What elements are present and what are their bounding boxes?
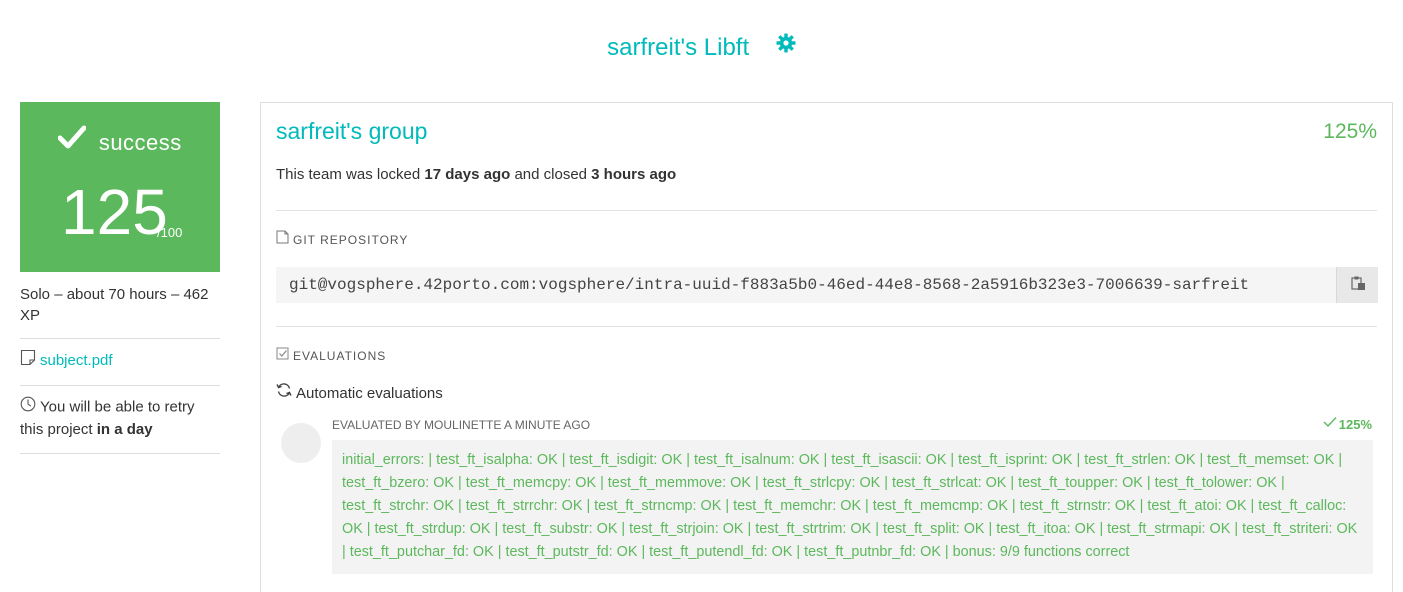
- retry-when: in a day: [96, 421, 153, 438]
- evaluation-percent-value: 125%: [1338, 417, 1372, 432]
- team-card: sarfreit's group 125% This team was lock…: [260, 102, 1393, 592]
- git-label: GIT REPOSITORY: [293, 233, 409, 247]
- avatar: [281, 423, 321, 463]
- git-repo-field[interactable]: git@vogsphere.42porto.com:vogsphere/intr…: [276, 267, 1378, 303]
- refresh-icon: [276, 382, 292, 402]
- closed-prefix: and closed: [510, 166, 592, 183]
- automatic-evaluations-label: Automatic evaluations: [296, 385, 443, 402]
- result-status: success: [20, 125, 220, 156]
- status-label: success: [98, 130, 182, 155]
- result-box: success 125 /100: [20, 102, 220, 272]
- git-section-label: GIT REPOSITORY: [276, 230, 409, 247]
- project-meta: Solo – about 70 hours – 462 XP: [20, 284, 220, 339]
- locked-prefix: This team was locked: [276, 166, 425, 183]
- subject-link-row: subject.pdf: [20, 339, 220, 386]
- document-icon: [20, 349, 36, 373]
- checkmark-icon: [57, 125, 87, 155]
- score-max: /100: [157, 225, 183, 240]
- locked-when: 17 days ago: [424, 166, 511, 183]
- checkbox-icon: [276, 347, 289, 363]
- evaluation-percent: 125%: [1323, 417, 1372, 432]
- retry-info: You will be able to retry this project i…: [20, 386, 220, 454]
- project-title: sarfreit's Libft: [607, 34, 750, 61]
- divider: [276, 210, 1377, 211]
- evaluations-section-label: EVALUATIONS: [276, 347, 387, 363]
- evaluator-info: EVALUATED BY MOULINETTE A MINUTE AGO: [332, 418, 591, 432]
- project-sidebar: success 125 /100 Solo – about 70 hours –…: [20, 102, 220, 454]
- automatic-evaluations: Automatic evaluations: [276, 382, 443, 402]
- evaluations-label: EVALUATIONS: [293, 349, 387, 363]
- subject-link[interactable]: subject.pdf: [40, 352, 113, 369]
- check-icon: [1323, 416, 1337, 431]
- clock-icon: [20, 396, 36, 419]
- team-name[interactable]: sarfreit's group: [276, 118, 427, 145]
- git-url[interactable]: git@vogsphere.42porto.com:vogsphere/intr…: [289, 276, 1249, 294]
- evaluation-output: initial_errors: | test_ft_isalpha: OK | …: [332, 440, 1373, 574]
- gear-icon[interactable]: [776, 32, 796, 60]
- document-icon: [276, 230, 289, 247]
- clipboard-icon: [1350, 275, 1366, 296]
- closed-when: 3 hours ago: [591, 166, 677, 183]
- divider: [276, 326, 1377, 327]
- team-percent: 125%: [1323, 120, 1377, 143]
- final-score: 125: [61, 176, 168, 248]
- copy-button[interactable]: [1336, 267, 1378, 303]
- page-title: sarfreit's Libft: [0, 32, 1403, 62]
- team-status-line: This team was locked 17 days ago and clo…: [276, 166, 676, 183]
